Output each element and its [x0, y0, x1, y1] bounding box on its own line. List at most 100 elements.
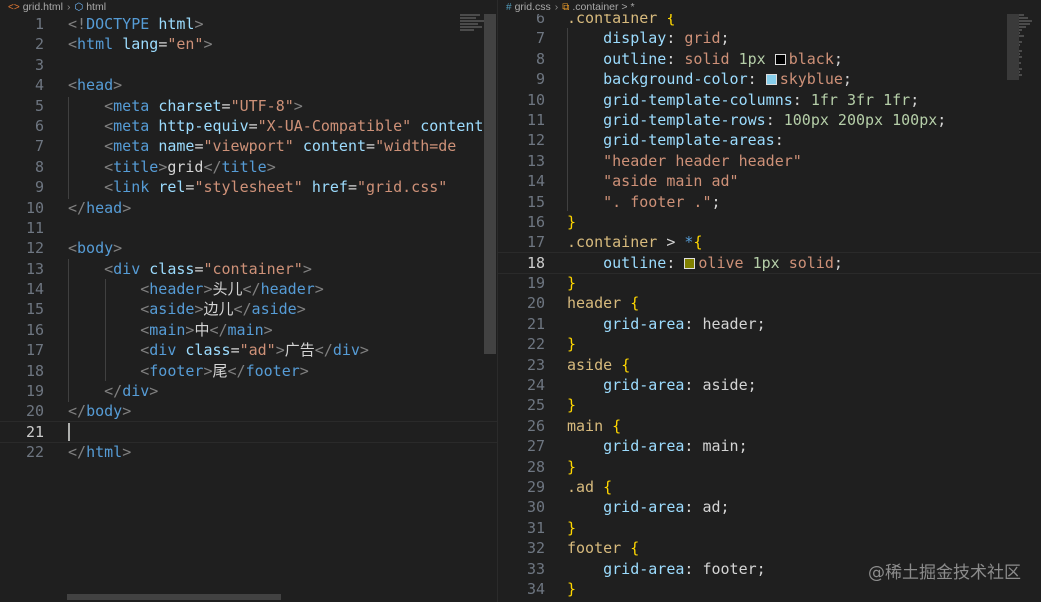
code-text[interactable]: }	[567, 273, 576, 293]
code-line[interactable]: 26 main {	[498, 416, 1041, 436]
horizontal-scrollbar[interactable]	[67, 594, 281, 600]
code-lines[interactable]: 6 .container {7 display: grid; 8 outline: …	[498, 8, 1041, 599]
code-text[interactable]: <header>头儿</header>	[68, 279, 324, 299]
code-text[interactable]: <div class="container">	[68, 259, 312, 279]
code-line[interactable]: 24 grid-area: aside;	[498, 375, 1041, 395]
code-text[interactable]: .ad {	[567, 477, 612, 497]
code-line[interactable]: 7 <meta name="viewport" content="width=d…	[0, 136, 497, 156]
code-line[interactable]: 13 <div class="container">	[0, 259, 497, 279]
code-line[interactable]: 10 grid-template-columns: 1fr 3fr 1fr;	[498, 90, 1041, 110]
code-text[interactable]: </html>	[68, 442, 131, 462]
color-swatch[interactable]	[774, 53, 786, 65]
code-line[interactable]: 1 <!DOCTYPE html>	[0, 14, 497, 34]
code-text[interactable]: grid-area: aside;	[567, 375, 757, 395]
code-text[interactable]: <main>中</main>	[68, 320, 272, 340]
code-text[interactable]: <meta http-equiv="X-UA-Compatible" conte…	[68, 116, 483, 136]
code-text[interactable]: display: grid;	[567, 28, 729, 48]
css-editor-pane[interactable]: # grid.css › ⧉ .container > * 6 .containe…	[497, 0, 1041, 602]
code-line[interactable]: 21	[0, 420, 497, 444]
code-text[interactable]: <!DOCTYPE html>	[68, 14, 203, 34]
color-swatch[interactable]	[765, 74, 777, 86]
code-line[interactable]: 27 grid-area: main;	[498, 436, 1041, 456]
code-text[interactable]: <html lang="en">	[68, 34, 213, 54]
code-line[interactable]: 19 </div>	[0, 381, 497, 401]
code-text[interactable]: }	[567, 457, 576, 477]
code-text[interactable]: .container > *{	[567, 232, 702, 252]
code-text[interactable]: }	[567, 518, 576, 538]
code-text[interactable]: <aside>边儿</aside>	[68, 299, 305, 319]
code-text[interactable]: background-color: skyblue;	[567, 69, 852, 89]
code-line[interactable]: 16}	[498, 212, 1041, 232]
code-text[interactable]: </body>	[68, 401, 131, 421]
code-text[interactable]: grid-template-columns: 1fr 3fr 1fr;	[567, 90, 919, 110]
code-line[interactable]: 10 </head>	[0, 198, 497, 218]
code-text[interactable]: ". footer .";	[567, 192, 720, 212]
code-text[interactable]: <head>	[68, 75, 122, 95]
breadcrumb-symbol[interactable]: html	[86, 1, 106, 13]
code-text[interactable]: "header header header"	[567, 151, 802, 171]
code-line[interactable]: 22}	[498, 334, 1041, 354]
code-line[interactable]: 17 .container > *{	[498, 232, 1041, 252]
code-line[interactable]: 14 "aside main ad"	[498, 171, 1041, 191]
code-line[interactable]: 30 grid-area: ad;	[498, 497, 1041, 517]
code-line[interactable]: 2 <html lang="en">	[0, 34, 497, 54]
code-text[interactable]: }	[567, 212, 576, 232]
code-line[interactable]: 21 grid-area: header;	[498, 314, 1041, 334]
code-text[interactable]: <title>grid</title>	[68, 157, 276, 177]
code-line[interactable]: 20 </body>	[0, 401, 497, 421]
code-line[interactable]: 13 "header header header"	[498, 151, 1041, 171]
vertical-scrollbar[interactable]	[1007, 14, 1019, 80]
code-line[interactable]: 4 <head>	[0, 75, 497, 95]
code-line[interactable]: 6 <meta http-equiv="X-UA-Compatible" con…	[0, 116, 497, 136]
code-text[interactable]: <body>	[68, 238, 122, 258]
code-text[interactable]: <meta name="viewport" content="width=de	[68, 136, 456, 156]
code-line[interactable]: 14 <header>头儿</header>	[0, 279, 497, 299]
code-line[interactable]: 22 </html>	[0, 442, 497, 462]
code-line[interactable]: 17 <div class="ad">广告</div>	[0, 340, 497, 360]
code-text[interactable]: grid-area: header;	[567, 314, 766, 334]
code-line[interactable]: 7 display: grid;	[498, 28, 1041, 48]
vertical-scrollbar[interactable]	[484, 14, 496, 354]
code-text[interactable]: main {	[567, 416, 621, 436]
code-line[interactable]: 12 <body>	[0, 238, 497, 258]
code-line[interactable]: 18 outline: olive 1px solid;	[498, 251, 1041, 275]
code-text[interactable]: <meta charset="UTF-8">	[68, 96, 303, 116]
color-swatch[interactable]	[684, 257, 696, 269]
code-text[interactable]: grid-area: ad;	[567, 497, 729, 517]
code-text[interactable]: footer {	[567, 538, 639, 558]
code-line[interactable]: 8 outline: solid 1px black;	[498, 49, 1041, 69]
code-text[interactable]: <link rel="stylesheet" href="grid.css"	[68, 177, 447, 197]
code-line[interactable]: 15 <aside>边儿</aside>	[0, 299, 497, 319]
code-line[interactable]: 25}	[498, 395, 1041, 415]
code-line[interactable]: 3	[0, 55, 497, 75]
code-line[interactable]: 11 grid-template-rows: 100px 200px 100px…	[498, 110, 1041, 130]
breadcrumb-symbol[interactable]: .container > *	[572, 1, 634, 13]
code-line[interactable]: 16 <main>中</main>	[0, 320, 497, 340]
code-line[interactable]: 15 ". footer .";	[498, 192, 1041, 212]
code-line[interactable]: 28}	[498, 457, 1041, 477]
code-line[interactable]: 8 <title>grid</title>	[0, 157, 497, 177]
code-text[interactable]: header {	[567, 293, 639, 313]
code-line[interactable]: 32 footer {	[498, 538, 1041, 558]
code-text[interactable]: }	[567, 395, 576, 415]
code-line[interactable]: 12 grid-template-areas:	[498, 130, 1041, 150]
code-line[interactable]: 9 background-color: skyblue;	[498, 69, 1041, 89]
code-text[interactable]: grid-template-rows: 100px 200px 100px;	[567, 110, 946, 130]
code-line[interactable]: 23 aside {	[498, 355, 1041, 375]
code-text[interactable]: grid-area: footer;	[567, 559, 766, 579]
code-text[interactable]: }	[567, 579, 576, 599]
code-line[interactable]: 19}	[498, 273, 1041, 293]
code-text[interactable]: grid-area: main;	[567, 436, 748, 456]
code-text[interactable]: grid-template-areas:	[567, 130, 784, 150]
breadcrumb-file[interactable]: grid.html	[23, 1, 63, 13]
code-text[interactable]: outline: olive 1px solid;	[567, 253, 843, 273]
code-line[interactable]: 29 .ad {	[498, 477, 1041, 497]
code-line[interactable]: 31}	[498, 518, 1041, 538]
code-text[interactable]: <div class="ad">广告</div>	[68, 340, 369, 360]
html-editor-pane[interactable]: <> grid.html › ⬡ html 1 <!DOCTYPE html> 2 <…	[0, 0, 497, 602]
code-line[interactable]: 20 header {	[498, 293, 1041, 313]
code-line[interactable]: 5 <meta charset="UTF-8">	[0, 96, 497, 116]
code-text[interactable]: outline: solid 1px black;	[567, 49, 843, 69]
code-line[interactable]: 18 <footer>尾</footer>	[0, 361, 497, 381]
code-line[interactable]: 11	[0, 218, 497, 238]
